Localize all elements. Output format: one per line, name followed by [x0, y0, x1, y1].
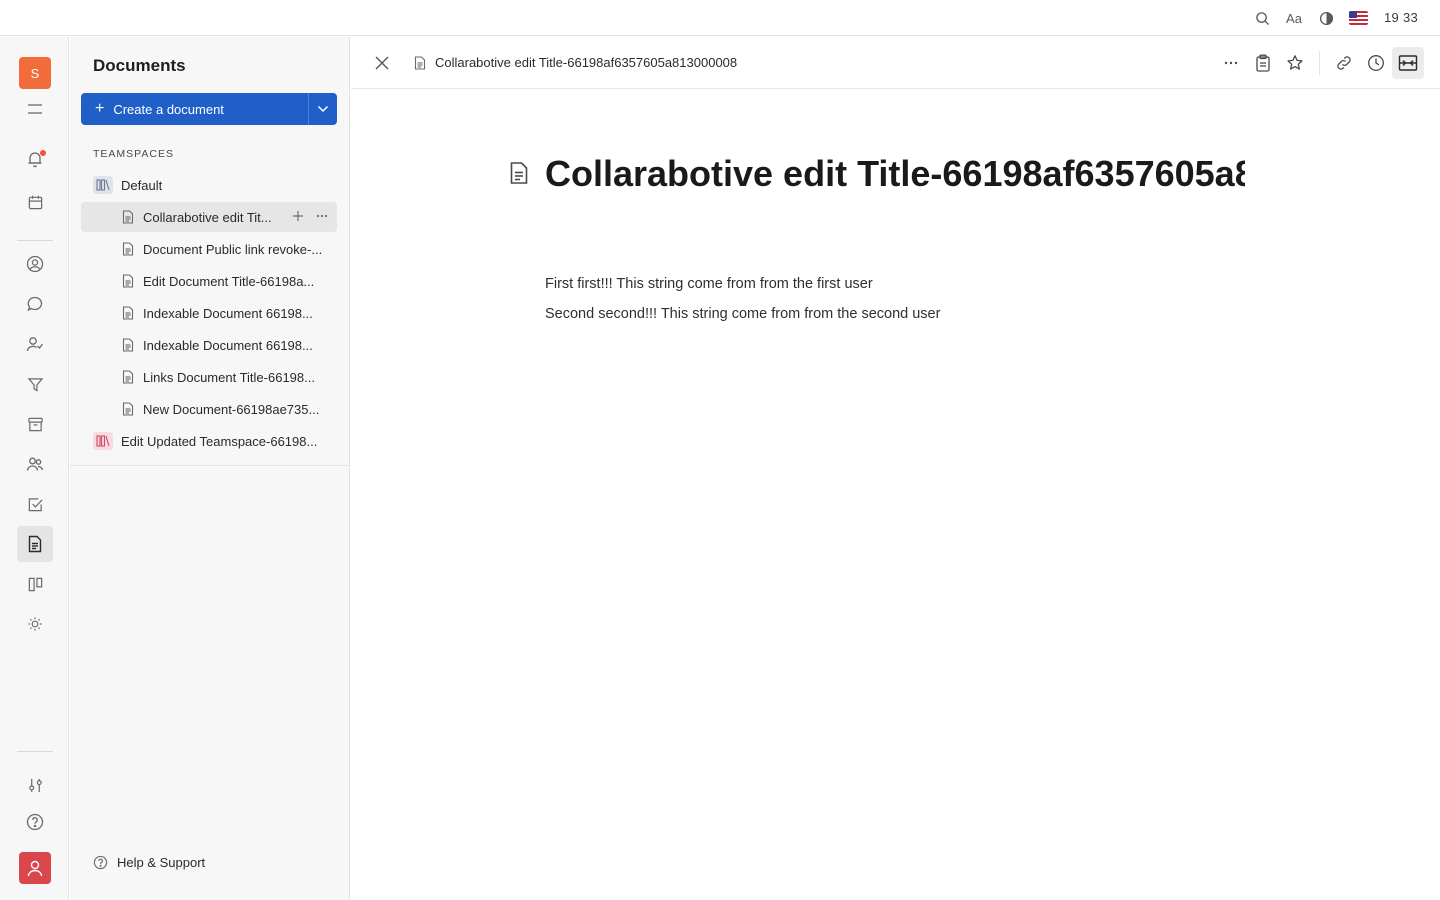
link-icon[interactable]	[1332, 51, 1356, 75]
add-icon[interactable]	[291, 209, 305, 223]
notifications-bell-icon[interactable]	[17, 141, 53, 177]
document-title-icon	[509, 161, 531, 185]
chat-icon[interactable]	[17, 286, 53, 322]
document-icon	[121, 338, 135, 352]
create-document-button: + Create a document	[81, 93, 337, 125]
star-icon[interactable]	[1283, 51, 1307, 75]
document-label: Indexable Document 66198...	[143, 305, 313, 321]
header-divider	[1319, 51, 1320, 75]
document-icon	[121, 306, 135, 320]
navigator-divider	[70, 465, 349, 466]
document-icon	[121, 402, 135, 416]
create-document-main[interactable]: + Create a document	[81, 93, 308, 125]
search-icon[interactable]	[1253, 9, 1271, 27]
teamspace-label: Default	[121, 177, 163, 193]
document-label: Links Document Title-66198...	[143, 369, 315, 385]
more-icon[interactable]	[1219, 51, 1243, 75]
rail-divider	[17, 240, 53, 241]
document-label: Document Public link revoke-...	[143, 241, 323, 257]
rail-divider-bottom	[17, 751, 53, 752]
documents-icon[interactable]	[17, 526, 53, 562]
breadcrumb[interactable]: Collarabotive edit Title-66198af6357605a…	[414, 55, 737, 70]
contacts-icon[interactable]	[17, 246, 53, 282]
aside-toggle-icon[interactable]	[1392, 47, 1424, 79]
document-panel: Collarabotive edit Title-66198af6357605a…	[351, 37, 1440, 900]
document-icon	[414, 55, 427, 70]
teamspaces-section-label[interactable]: TEAMSPACES	[93, 148, 174, 160]
document-icon	[121, 210, 135, 224]
plus-icon: +	[95, 100, 105, 117]
people-icon[interactable]	[17, 446, 53, 482]
help-support-link[interactable]: Help & Support	[93, 855, 205, 870]
calendar-icon[interactable]	[17, 184, 53, 220]
font-size-icon[interactable]: Aa	[1285, 9, 1303, 27]
create-document-label: Create a document	[113, 101, 224, 117]
history-clock-icon[interactable]	[1364, 51, 1388, 75]
document-label: Indexable Document 66198...	[143, 337, 313, 353]
close-icon[interactable]	[372, 53, 392, 73]
create-dropdown-button[interactable]	[308, 93, 337, 125]
document-paragraph[interactable]: Second second!!! This string come from f…	[545, 306, 940, 322]
row-actions	[291, 209, 329, 223]
inventory-archive-icon[interactable]	[17, 406, 53, 442]
document-item[interactable]: New Document-66198ae735...	[81, 394, 337, 424]
more-icon[interactable]	[315, 209, 329, 223]
teamspace-edit-updated[interactable]: Edit Updated Teamspace-66198...	[81, 426, 337, 456]
menu-icon[interactable]	[17, 91, 53, 127]
document-item[interactable]: Links Document Title-66198...	[81, 362, 337, 392]
document-icon	[121, 274, 135, 288]
breadcrumb-label: Collarabotive edit Title-66198af6357605a…	[435, 55, 738, 70]
theme-contrast-icon[interactable]	[1317, 9, 1335, 27]
help-support-label: Help & Support	[117, 855, 206, 870]
board-icon[interactable]	[17, 566, 53, 602]
sun-icon[interactable]	[17, 606, 53, 642]
app-rail: S	[0, 37, 69, 900]
help-icon	[93, 855, 108, 870]
teamspace-default[interactable]: Default	[81, 170, 337, 200]
document-icon	[121, 370, 135, 384]
document-title[interactable]: Collarabotive edit Title-66198af6357605a…	[545, 150, 1245, 198]
document-paragraph[interactable]: First first!!! This string come from fro…	[545, 276, 873, 292]
document-item[interactable]: Indexable Document 66198...	[81, 298, 337, 328]
document-icon	[121, 242, 135, 256]
document-item[interactable]: Edit Document Title-66198a...	[81, 266, 337, 296]
document-header: Collarabotive edit Title-66198af6357605a…	[351, 37, 1440, 89]
profile-avatar[interactable]	[19, 852, 51, 884]
chevron-down-icon	[317, 105, 329, 113]
help-circle-icon[interactable]	[17, 804, 53, 840]
document-label: Collarabotive edit Tit...	[143, 209, 272, 225]
document-label: Edit Document Title-66198a...	[143, 273, 315, 289]
teamspace-label: Edit Updated Teamspace-66198...	[121, 433, 318, 449]
workspace-logo[interactable]: S	[19, 57, 51, 89]
document-label: New Document-66198ae735...	[143, 401, 320, 417]
recruit-icon[interactable]	[17, 326, 53, 362]
top-bar: Aa 19 33	[0, 0, 1440, 36]
teamspace-icon	[93, 432, 113, 450]
document-item[interactable]: Indexable Document 66198...	[81, 330, 337, 360]
document-item-selected[interactable]: Collarabotive edit Tit...	[81, 202, 337, 232]
notification-dot	[40, 150, 46, 156]
documents-navigator: Documents + Create a document TEAMSPACES…	[70, 37, 350, 900]
navigator-title: Documents	[93, 56, 186, 75]
clock: 19 33	[1384, 10, 1419, 25]
teamspace-icon	[93, 176, 113, 194]
clipboard-icon[interactable]	[1251, 51, 1275, 75]
tasks-checkbox-icon[interactable]	[17, 486, 53, 522]
tracker-filter-icon[interactable]	[17, 366, 53, 402]
settings-sliders-icon[interactable]	[17, 767, 53, 803]
document-item[interactable]: Document Public link revoke-...	[81, 234, 337, 264]
language-flag-us[interactable]	[1349, 11, 1368, 25]
